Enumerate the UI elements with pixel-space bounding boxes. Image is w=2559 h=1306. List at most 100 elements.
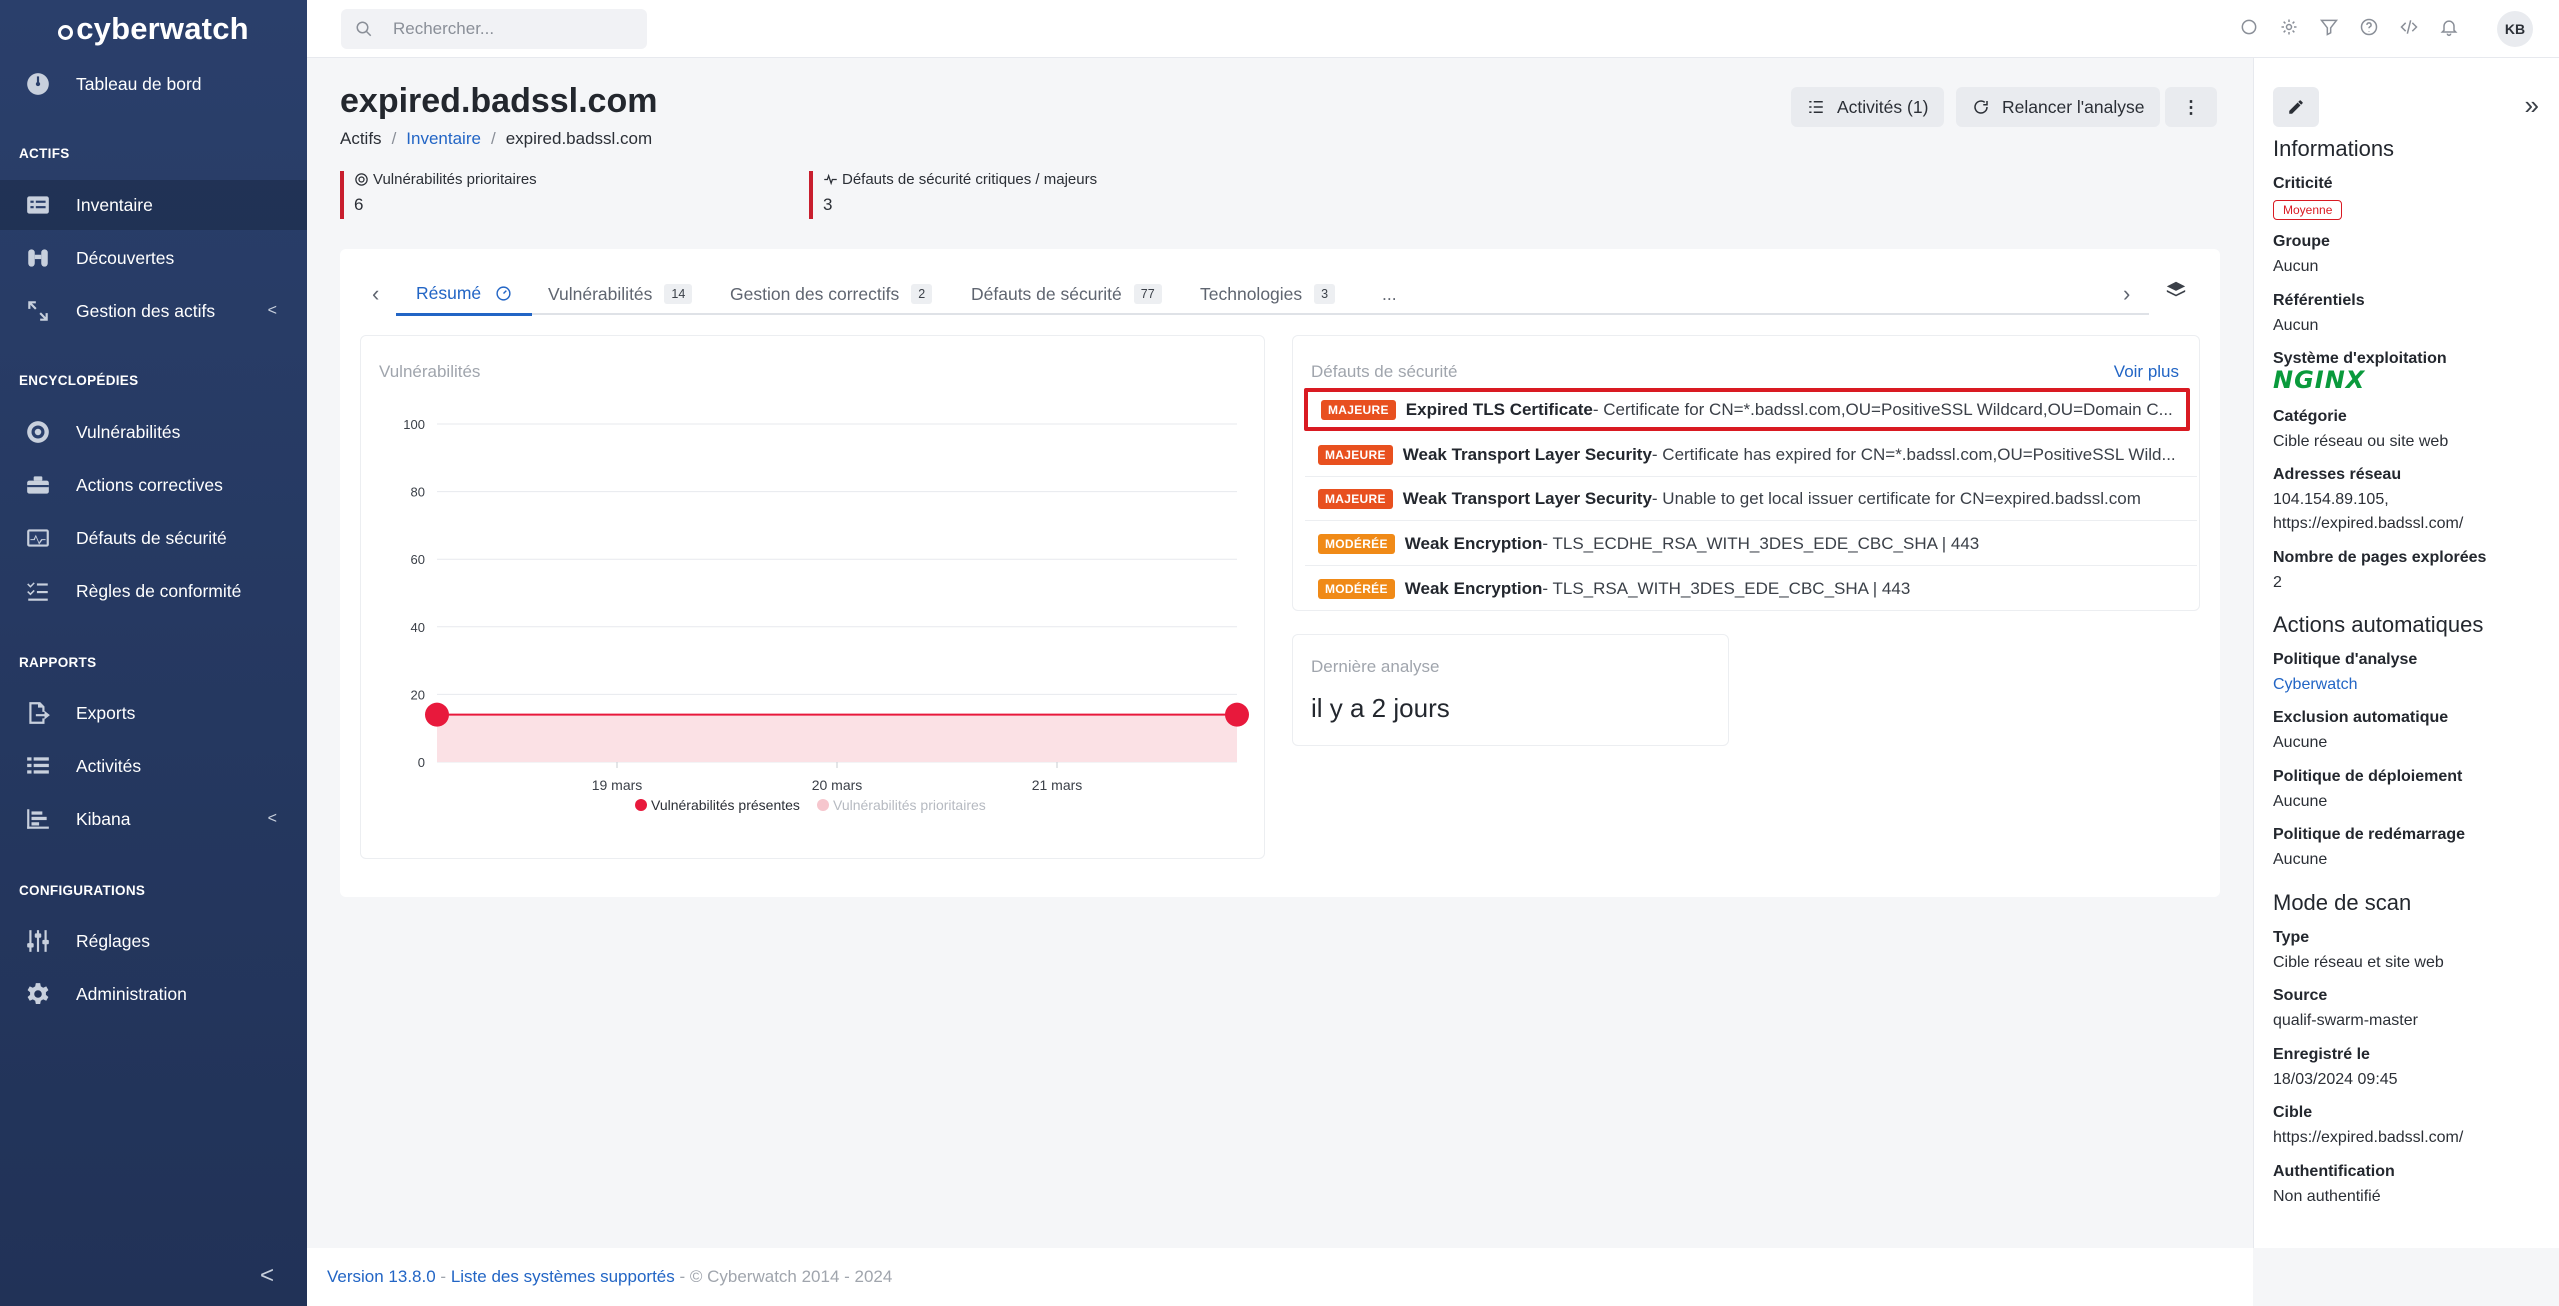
sidebar-collapse-button[interactable]: < [260, 1262, 274, 1290]
kpi-critical-defects[interactable]: Défauts de sécurité critiques / majeurs … [809, 171, 1097, 219]
settings-gear-icon[interactable] [2279, 17, 2299, 37]
tab-badge: 14 [664, 284, 693, 304]
legend-marker [817, 799, 829, 811]
more-options-button[interactable]: ⋮ [2165, 87, 2217, 127]
defect-row[interactable]: MODÉRÉE Weak Encryption - TLS_RSA_WITH_3… [1305, 567, 2197, 610]
help-icon[interactable] [2359, 17, 2379, 37]
defect-row[interactable]: MAJEURE Weak Transport Layer Security - … [1305, 434, 2197, 477]
version-link[interactable]: Version 13.8.0 [327, 1267, 436, 1287]
chevron-left-icon: < [267, 810, 277, 827]
activity-list-icon [1809, 101, 1823, 113]
vulnerabilities-panel: Vulnérabilités 100 80 60 40 20 0 19 mars 20 mar… [360, 335, 1265, 859]
x-tick-label: 21 mars [1032, 777, 1083, 793]
severity-badge: MODÉRÉE [1318, 578, 1395, 599]
activities-button[interactable]: Activités (1) [1791, 87, 1945, 127]
x-tick-label: 19 mars [592, 777, 643, 793]
collapse-panel-icon[interactable]: » [2525, 90, 2539, 121]
asset-card: ‹ Résumé Vulnérabilités 14 Gestion des co… [340, 249, 2220, 897]
checklist-icon [24, 577, 52, 605]
sidebar-item-dashboard[interactable]: Tableau de bord [0, 59, 307, 109]
pulse-icon [824, 173, 837, 186]
defect-row[interactable]: MAJEURE Weak Transport Layer Security - … [1305, 478, 2197, 521]
layers-icon[interactable] [2165, 279, 2187, 307]
screen-pulse-icon [24, 524, 52, 552]
sidebar-item-vulnerabilites[interactable]: Vulnérabilités [0, 407, 307, 457]
filter-icon[interactable] [2319, 17, 2339, 37]
severity-badge: MODÉRÉE [1318, 534, 1395, 554]
code-icon[interactable] [2399, 17, 2419, 37]
file-export-icon [24, 699, 52, 727]
informations-heading: Informations [2273, 136, 2395, 161]
search-input[interactable] [393, 19, 623, 39]
target-icon [355, 173, 368, 186]
topbar: KB [307, 0, 2559, 58]
sidebar-item-actions-correctives[interactable]: Actions correctives [0, 460, 307, 510]
gear-icon [24, 980, 52, 1008]
user-avatar[interactable]: KB [2497, 11, 2533, 47]
top-icons [2239, 17, 2459, 37]
tab-gestion-correctifs[interactable]: Gestion des correctifs 2 [710, 273, 952, 315]
section-rapports: RAPPORTS [19, 655, 97, 670]
kpi-value: 6 [354, 195, 364, 214]
app-logo[interactable]: cyberwatch [0, 0, 307, 58]
kpi-priority-vulns[interactable]: Vulnérabilités prioritaires 6 [340, 171, 537, 219]
tab-badge: 2 [911, 284, 933, 304]
tabs-scroll-right-icon[interactable]: › [2123, 281, 2130, 307]
section-encyclopedies: ENCYCLOPÉDIES [19, 373, 139, 388]
sidebar-item-activites[interactable]: Activités [0, 741, 307, 791]
tab-defauts-securite[interactable]: Défauts de sécurité 77 [951, 273, 1182, 315]
y-tick-label: 40 [411, 620, 425, 635]
breadcrumb-actifs: Actifs [340, 129, 382, 148]
section-actifs: ACTIFS [19, 146, 70, 161]
sidebar-item-reglages[interactable]: Réglages [0, 916, 307, 966]
status-circle-icon[interactable] [2239, 17, 2259, 37]
tab-technologies[interactable]: Technologies 3 [1180, 273, 1355, 315]
dashboard-gauge-icon [24, 70, 52, 98]
tab-more[interactable]: ... [1362, 273, 1417, 315]
refresh-icon [1974, 100, 1988, 114]
defect-row[interactable]: MODÉRÉE Weak Encryption - TLS_ECDHE_RSA_… [1305, 523, 2197, 566]
breadcrumb-current: expired.badssl.com [505, 129, 653, 148]
panel-title: Dernière analyse [1311, 657, 1440, 676]
vulnerabilities-chart: 100 80 60 40 20 0 19 mars 20 mars 21 mars Vulnéra… [403, 417, 1249, 813]
info-panel: » Informations Criticité Moyenne Groupe … [2253, 58, 2559, 1248]
tabs-scroll-left-icon[interactable]: ‹ [372, 281, 379, 307]
scan-mode-heading: Mode de scan [2273, 890, 2412, 915]
sidebar-item-exports[interactable]: Exports [0, 688, 307, 738]
page-title: expired.badssl.com [340, 82, 658, 120]
section-configurations: CONFIGURATIONS [19, 883, 146, 898]
sliders-icon [24, 927, 52, 955]
breadcrumb-inventaire[interactable]: Inventaire [406, 129, 481, 148]
tab-vulnerabilites[interactable]: Vulnérabilités 14 [528, 273, 712, 315]
sidebar-item-administration[interactable]: Administration [0, 969, 307, 1019]
severity-badge: MAJEURE [1318, 489, 1393, 509]
defect-row[interactable]: MAJEURE Expired TLS Certificate - Certif… [1304, 388, 2190, 431]
binoculars-icon [24, 244, 52, 272]
tabs: Résumé Vulnérabilités 14 Gestion des corr… [396, 273, 2149, 316]
sidebar-item-defauts-securite[interactable]: Défauts de sécurité [0, 513, 307, 563]
sidebar-item-decouvertes[interactable]: Découvertes [0, 233, 307, 283]
policy-link[interactable]: Cyberwatch [2273, 673, 2533, 697]
search-icon [356, 21, 372, 37]
search-box [341, 9, 647, 49]
y-tick-label: 0 [418, 755, 425, 770]
sidebar-item-kibana[interactable]: Kibana < [0, 794, 307, 844]
sidebar-item-inventaire[interactable]: Inventaire [0, 180, 307, 230]
supported-systems-link[interactable]: Liste des systèmes supportés [451, 1267, 675, 1287]
see-more-link[interactable]: Voir plus [2114, 362, 2179, 382]
sidebar-item-regles-conformite[interactable]: Règles de conformité [0, 566, 307, 616]
edit-button[interactable] [2273, 87, 2319, 127]
last-scan-panel: Dernière analyse il y a 2 jours [1292, 634, 1729, 746]
data-point [425, 702, 449, 727]
list-icon [24, 191, 52, 219]
kebab-icon: ⋮ [2182, 96, 2200, 117]
criticality-badge: Moyenne [2273, 200, 2343, 220]
panel-title: Défauts de sécurité [1311, 362, 1458, 381]
bell-icon[interactable] [2439, 17, 2459, 37]
kpi-value: 3 [823, 195, 833, 214]
toolbox-icon [24, 471, 52, 499]
rescan-button[interactable]: Relancer l'analyse [1956, 87, 2161, 127]
sidebar-item-gestion-actifs[interactable]: Gestion des actifs < [0, 286, 307, 336]
defects-panel: Défauts de sécurité Voir plus MAJEURE Ex… [1292, 335, 2200, 611]
tab-resume[interactable]: Résumé [396, 273, 533, 316]
